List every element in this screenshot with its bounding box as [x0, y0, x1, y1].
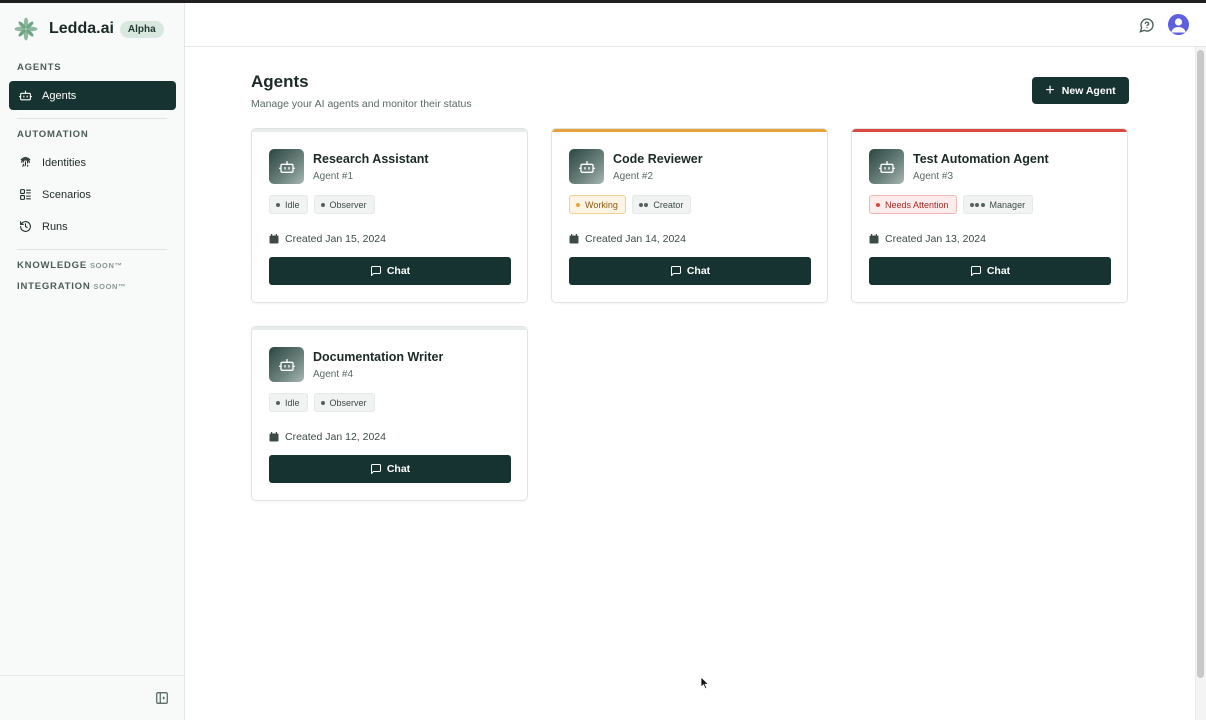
chat-button[interactable]: Chat: [569, 257, 811, 285]
message-square-icon: [670, 266, 681, 276]
robot-icon: [18, 89, 32, 103]
message-square-icon: [970, 266, 981, 276]
agent-name: Test Automation Agent: [913, 152, 1049, 166]
agent-id: Agent #3: [913, 171, 954, 182]
role-badge: Creator: [631, 195, 692, 214]
new-agent-button[interactable]: + New Agent: [1032, 77, 1129, 104]
calendar-icon: [869, 234, 879, 244]
sidebar-divider: [17, 249, 167, 250]
role-badge: Observer: [313, 195, 375, 214]
alpha-badge: Alpha: [119, 20, 164, 38]
brand-name: Ledda.ai: [49, 20, 114, 37]
user-icon: [1171, 18, 1186, 33]
brand[interactable]: Ledda.ai Alpha: [14, 17, 164, 41]
section-label-integration: INTEGRATION SOON™: [17, 281, 127, 292]
calendar-icon: [569, 234, 579, 244]
sidebar-collapse-icon[interactable]: [155, 691, 169, 705]
card-status-bar: [852, 129, 1127, 132]
agent-name: Research Assistant: [313, 152, 429, 166]
status-badge: Working: [569, 195, 626, 214]
sidebar-item-identities[interactable]: Identities: [9, 148, 176, 177]
status-badge: Idle: [269, 393, 308, 412]
top-header: [185, 3, 1206, 47]
calendar-icon: [269, 432, 279, 442]
agent-id: Agent #2: [613, 171, 654, 182]
user-avatar[interactable]: [1168, 14, 1189, 35]
agent-card: Documentation Writer Agent #4 Idle Obser…: [251, 326, 528, 501]
layout-list-icon: [18, 188, 32, 202]
agent-name: Code Reviewer: [613, 152, 703, 166]
agent-robot-icon: [569, 149, 604, 184]
mouse-cursor-icon: [700, 676, 710, 690]
agent-id: Agent #1: [313, 171, 354, 182]
card-status-bar: [252, 327, 527, 330]
created-date: Created Jan 13, 2024: [869, 233, 986, 245]
sidebar-item-label: Runs: [42, 220, 68, 233]
plus-icon: +: [1045, 81, 1055, 99]
sidebar: Ledda.ai Alpha AGENTS Agents AUTOMATION …: [0, 3, 185, 720]
feedback-chat-icon[interactable]: [1139, 17, 1155, 33]
chat-button[interactable]: Chat: [269, 455, 511, 483]
sidebar-item-scenarios[interactable]: Scenarios: [9, 180, 176, 209]
agent-card: Code Reviewer Agent #2 Working Creator C…: [551, 128, 828, 303]
leaf-logo-icon: [14, 17, 38, 41]
role-badge: Observer: [313, 393, 375, 412]
chat-button[interactable]: Chat: [269, 257, 511, 285]
created-date: Created Jan 12, 2024: [269, 431, 386, 443]
calendar-icon: [269, 234, 279, 244]
new-agent-label: New Agent: [1061, 84, 1116, 97]
scrollbar-thumb[interactable]: [1197, 50, 1204, 678]
agent-card: Test Automation Agent Agent #3 Needs Att…: [851, 128, 1128, 303]
sidebar-footer-divider: [0, 675, 184, 676]
sidebar-item-label: Agents: [42, 89, 77, 102]
page-title: Agents: [251, 72, 309, 91]
agent-robot-icon: [269, 149, 304, 184]
chat-button[interactable]: Chat: [869, 257, 1111, 285]
section-label-agents: AGENTS: [17, 62, 62, 73]
sidebar-item-label: Identities: [42, 156, 87, 169]
status-badge: Needs Attention: [869, 195, 957, 214]
page-subtitle: Manage your AI agents and monitor their …: [251, 98, 472, 110]
section-label-automation: AUTOMATION: [17, 129, 89, 140]
agent-card: Research Assistant Agent #1 Idle Observe…: [251, 128, 528, 303]
sidebar-item-runs[interactable]: Runs: [9, 212, 176, 241]
message-square-icon: [370, 266, 381, 276]
agent-robot-icon: [269, 347, 304, 382]
card-status-bar: [252, 129, 527, 132]
fingerprint-icon: [18, 156, 32, 170]
sidebar-item-label: Scenarios: [42, 188, 91, 201]
sidebar-divider: [17, 118, 167, 119]
created-date: Created Jan 14, 2024: [569, 233, 686, 245]
history-icon: [18, 220, 32, 234]
agent-robot-icon: [869, 149, 904, 184]
sidebar-item-agents[interactable]: Agents: [9, 81, 176, 110]
status-badge: Idle: [269, 195, 308, 214]
message-square-icon: [370, 464, 381, 474]
section-label-knowledge: KNOWLEDGE SOON™: [17, 260, 123, 271]
created-date: Created Jan 15, 2024: [269, 233, 386, 245]
agent-name: Documentation Writer: [313, 350, 444, 364]
role-badge: Manager: [962, 195, 1034, 214]
card-status-bar: [552, 129, 827, 132]
agent-id: Agent #4: [313, 369, 354, 380]
